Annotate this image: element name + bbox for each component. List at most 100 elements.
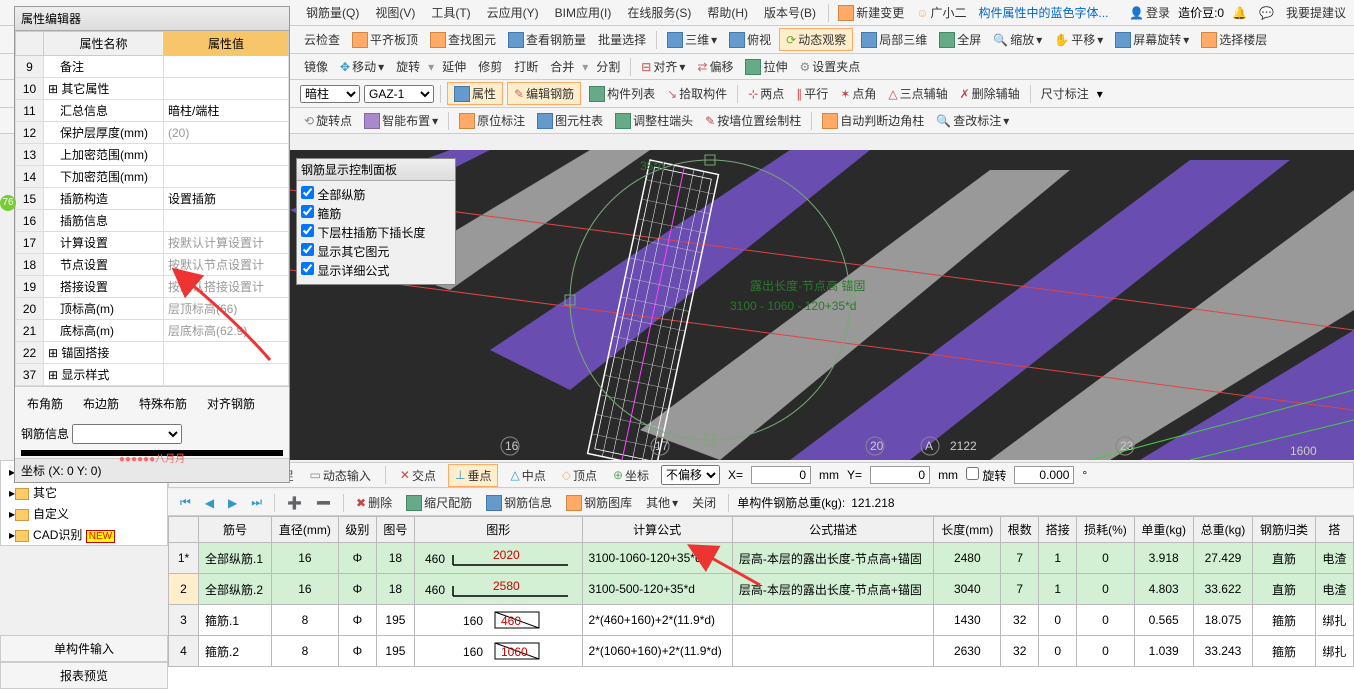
- chk-all-long[interactable]: 全部纵筋: [301, 185, 451, 204]
- cell-uw[interactable]: 1.039: [1134, 636, 1193, 667]
- cell-dia[interactable]: 16: [272, 574, 339, 605]
- tab-corner[interactable]: 布角筋: [21, 393, 69, 414]
- snap-mid[interactable]: △中点: [506, 465, 549, 486]
- rebar-lib-button[interactable]: 钢筋图库: [562, 492, 636, 513]
- component-list-button[interactable]: 构件列表: [585, 83, 659, 104]
- merge-button[interactable]: 合并: [546, 56, 578, 77]
- y-input[interactable]: [870, 466, 930, 484]
- table-row-idx[interactable]: 1*: [169, 543, 199, 574]
- view-rebar-button[interactable]: 查看钢筋量: [504, 29, 590, 50]
- cell-dia[interactable]: 8: [272, 605, 339, 636]
- cell-cat[interactable]: 箍筋: [1253, 605, 1316, 636]
- prop-row-value[interactable]: [164, 56, 289, 78]
- orbit-button[interactable]: ⟳动态观察: [779, 28, 853, 51]
- cell-tw[interactable]: 18.075: [1193, 605, 1252, 636]
- prop-row-value[interactable]: 按默认节点设置计: [164, 254, 289, 276]
- menu-view[interactable]: 视图(V): [369, 1, 421, 24]
- component-name-select[interactable]: GAZ-1: [364, 85, 434, 103]
- chk-insert[interactable]: 下层柱插筋下插长度: [301, 223, 451, 242]
- cell-uw[interactable]: 3.918: [1134, 543, 1193, 574]
- zoom-button[interactable]: 🔍缩放▾: [989, 29, 1046, 50]
- tree-custom[interactable]: ▸自定义: [1, 503, 167, 524]
- rebar-display-panel[interactable]: 钢筋显示控制面板 全部纵筋 箍筋 下层柱插筋下插长度 显示其它图元 显示详细公式: [296, 158, 456, 285]
- tab-edge[interactable]: 布边筋: [77, 393, 125, 414]
- cell-tw[interactable]: 33.243: [1193, 636, 1252, 667]
- inplace-label-button[interactable]: 原位标注: [455, 110, 529, 131]
- menu-rebar[interactable]: 钢筋量(Q): [300, 1, 365, 24]
- trim-button[interactable]: 修剪: [474, 56, 506, 77]
- align-button[interactable]: ⊟对齐▾: [637, 56, 689, 77]
- cell-lvl[interactable]: Φ: [338, 636, 376, 667]
- check-label-button[interactable]: 🔍查改标注▾: [932, 110, 1013, 131]
- cell-tw[interactable]: 27.429: [1193, 543, 1252, 574]
- snap-apex[interactable]: ◇顶点: [558, 465, 601, 486]
- x-input[interactable]: [751, 466, 811, 484]
- cell-len[interactable]: 3040: [934, 574, 1001, 605]
- three-point-button[interactable]: △三点辅轴: [884, 83, 951, 104]
- tab-align[interactable]: 对齐钢筋: [201, 393, 261, 414]
- 3d-button[interactable]: 三维▾: [663, 29, 721, 50]
- prop-row-name[interactable]: ⊞ 显示样式: [44, 364, 164, 386]
- prop-row-value[interactable]: 设置插筋: [164, 188, 289, 210]
- cell-t[interactable]: 电渣: [1315, 543, 1353, 574]
- menu-help[interactable]: 帮助(H): [701, 1, 754, 24]
- cell-num[interactable]: 箍筋.2: [199, 636, 272, 667]
- table-row-idx[interactable]: 3: [169, 605, 199, 636]
- cell-dia[interactable]: 16: [272, 543, 339, 574]
- nav-single-input[interactable]: 单构件输入: [0, 635, 168, 662]
- prop-row-name[interactable]: 汇总信息: [44, 100, 164, 122]
- dim-button[interactable]: 尺寸标注: [1037, 83, 1093, 104]
- cell-shape[interactable]: 4602580: [414, 574, 582, 605]
- cell-desc[interactable]: [732, 605, 934, 636]
- new-change-button[interactable]: 新建变更: [834, 2, 908, 23]
- prop-row-name[interactable]: 顶标高(m): [44, 298, 164, 320]
- prop-row-name[interactable]: 搭接设置: [44, 276, 164, 298]
- auto-corner-button[interactable]: 自动判断边角柱: [818, 110, 928, 131]
- extend-button[interactable]: 延伸: [438, 56, 470, 77]
- adjust-end-button[interactable]: 调整柱端头: [611, 110, 697, 131]
- pick-component-button[interactable]: ↘拾取构件: [663, 83, 731, 104]
- cell-shape[interactable]: 4602020: [414, 543, 582, 574]
- stretch-button[interactable]: 拉伸: [741, 56, 791, 77]
- nav-next[interactable]: ▶: [224, 494, 241, 512]
- rotate-screen-button[interactable]: 屏幕旋转▾: [1111, 29, 1193, 50]
- rotate-check[interactable]: 旋转: [966, 467, 1006, 484]
- point-angle-button[interactable]: ✶点角: [836, 83, 880, 104]
- insert-row[interactable]: ➕: [283, 494, 306, 512]
- smart-place-button[interactable]: 智能布置▾: [360, 110, 442, 131]
- snap-perp[interactable]: ⊥垂点: [448, 464, 498, 487]
- table-row-idx[interactable]: 2: [169, 574, 199, 605]
- cell-loss[interactable]: 0: [1077, 574, 1134, 605]
- parallel-button[interactable]: ∥平行: [792, 83, 832, 104]
- cell-len[interactable]: 2480: [934, 543, 1001, 574]
- nav-last[interactable]: ⏭: [247, 493, 266, 512]
- prop-row-value[interactable]: (20): [164, 122, 289, 144]
- prop-row-name[interactable]: 下加密范围(mm): [44, 166, 164, 188]
- cell-shape[interactable]: 1601060: [414, 636, 582, 667]
- cell-cnt[interactable]: 32: [1001, 636, 1039, 667]
- nav-report[interactable]: 报表预览: [0, 662, 168, 689]
- delete-axis-button[interactable]: ✗删除辅轴: [956, 83, 1024, 104]
- remove-row[interactable]: ➖: [312, 494, 335, 512]
- fullscreen-button[interactable]: 全屏: [935, 29, 985, 50]
- cell-loss[interactable]: 0: [1077, 636, 1134, 667]
- cell-pic[interactable]: 18: [376, 543, 414, 574]
- component-type-select[interactable]: 暗柱: [300, 85, 360, 103]
- cell-pic[interactable]: 195: [376, 636, 414, 667]
- prop-row-name[interactable]: 底标高(m): [44, 320, 164, 342]
- prop-row-value[interactable]: 按默认计算设置计: [164, 232, 289, 254]
- mirror-button[interactable]: 镜像: [300, 56, 332, 77]
- align-top-button[interactable]: 平齐板顶: [348, 29, 422, 50]
- cell-dia[interactable]: 8: [272, 636, 339, 667]
- rot-input[interactable]: [1014, 466, 1074, 484]
- rebar-info-select[interactable]: [72, 424, 182, 444]
- cell-lap[interactable]: 1: [1039, 574, 1077, 605]
- cell-t[interactable]: 绑扎: [1315, 636, 1353, 667]
- prop-row-value[interactable]: [164, 166, 289, 188]
- cell-num[interactable]: 全部纵筋.2: [199, 574, 272, 605]
- split-button[interactable]: 分割: [592, 56, 624, 77]
- move-button[interactable]: ✥移动▾: [336, 56, 388, 77]
- rebar-info-button[interactable]: 钢筋信息: [482, 492, 556, 513]
- helper-button[interactable]: ☺广小二: [912, 2, 970, 23]
- cell-formula[interactable]: 2*(460+160)+2*(11.9*d): [582, 605, 732, 636]
